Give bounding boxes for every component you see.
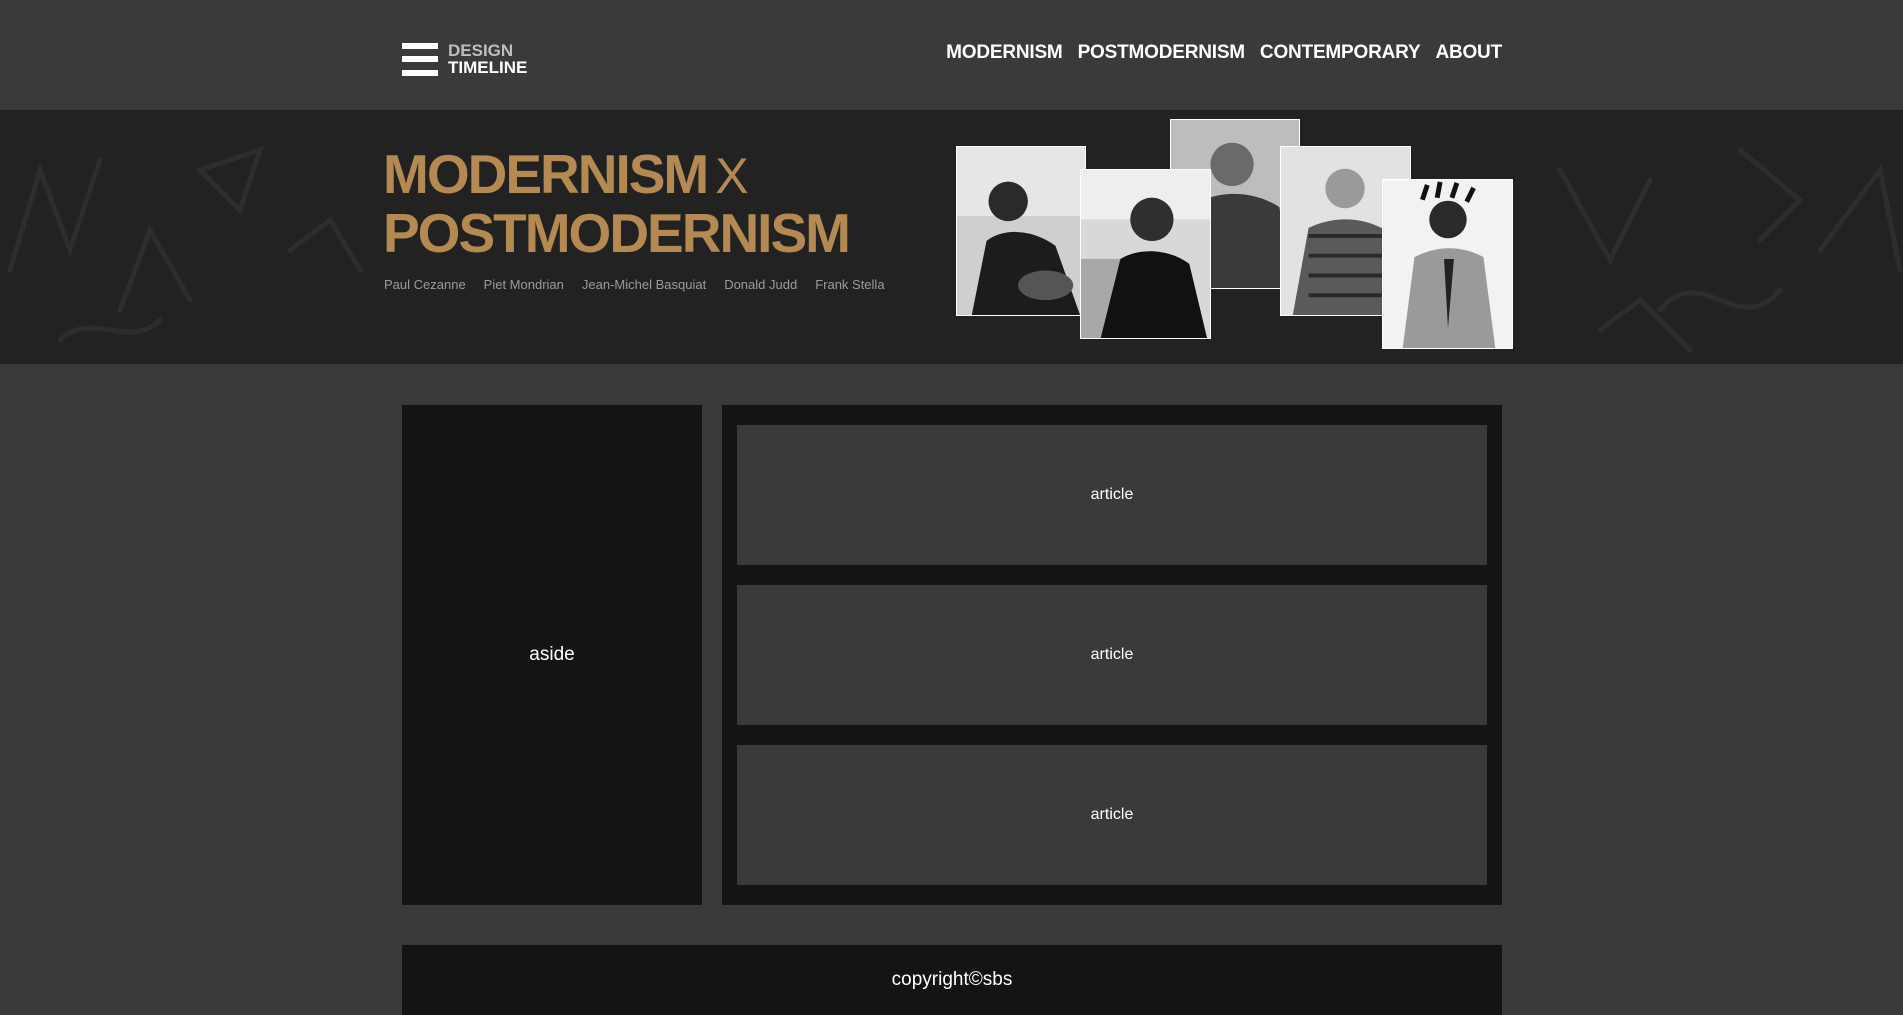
article-card[interactable]: article <box>737 745 1487 885</box>
hero-banner: MODERNISM X POSTMODERNISM Paul Cezanne Pi… <box>0 110 1903 364</box>
article-label: article <box>1090 486 1134 503</box>
hamburger-icon[interactable] <box>402 42 438 76</box>
logo-text: DESIGN TIMELINE <box>448 42 527 76</box>
portrait-photo <box>956 146 1086 316</box>
nav-item-contemporary[interactable]: CONTEMPORARY <box>1260 42 1421 64</box>
site-footer: copyright©sbs <box>402 945 1502 1015</box>
sidebar: aside <box>402 405 702 905</box>
copyright-text: copyright©sbs <box>891 969 1013 990</box>
site-header: DESIGN TIMELINE MODERNISM POSTMODERNISM … <box>0 0 1903 110</box>
article-card[interactable]: article <box>737 425 1487 565</box>
logo-line-1: DESIGN <box>448 41 514 60</box>
article-section: article article article <box>722 405 1502 905</box>
logo-line-2: TIMELINE <box>448 58 528 77</box>
nav-item-modernism[interactable]: MODERNISM <box>946 42 1063 64</box>
aside-label: aside <box>529 644 575 665</box>
site-logo[interactable]: DESIGN TIMELINE <box>402 42 527 76</box>
nav-item-about[interactable]: ABOUT <box>1435 42 1502 64</box>
main-nav: MODERNISM POSTMODERNISM CONTEMPORARY ABO… <box>946 42 1502 64</box>
portrait-photo <box>1080 169 1211 339</box>
artist-photo-collage <box>0 110 1903 364</box>
portrait-photo <box>1382 179 1513 349</box>
article-label: article <box>1090 646 1134 663</box>
article-label: article <box>1090 806 1134 823</box>
article-card[interactable]: article <box>737 585 1487 725</box>
nav-item-postmodernism[interactable]: POSTMODERNISM <box>1078 42 1246 64</box>
